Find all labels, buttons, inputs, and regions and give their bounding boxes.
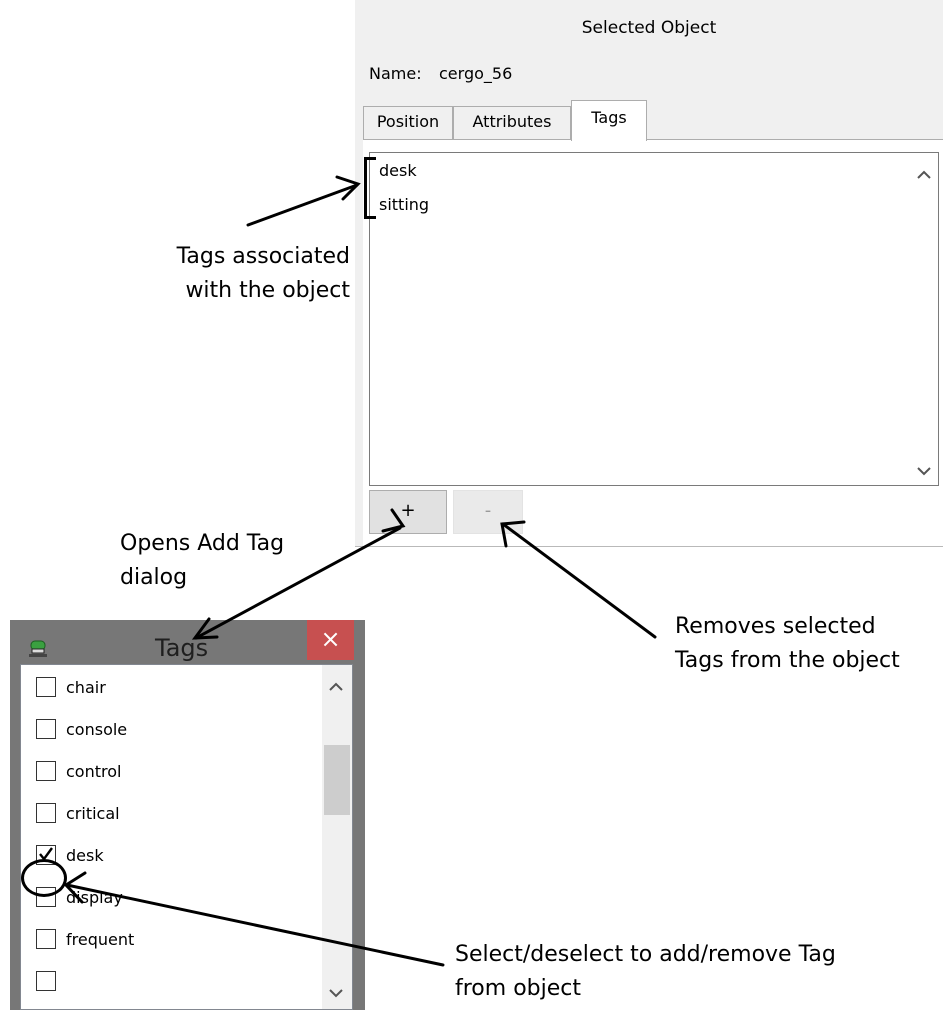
note-select-deselect: Select/deselect to add/remove Tag from o… — [455, 938, 836, 1006]
chevron-up-icon[interactable] — [329, 677, 343, 696]
name-label: Name: — [369, 64, 422, 83]
chevron-up-icon[interactable] — [916, 167, 932, 183]
checkbox[interactable] — [36, 676, 56, 697]
list-item[interactable]: desk — [379, 161, 417, 180]
checkbox[interactable] — [36, 928, 56, 949]
checklist-label: display — [66, 888, 123, 907]
checklist-label: critical — [66, 804, 120, 823]
tag-list-scrollbar[interactable] — [910, 153, 938, 485]
note-line: Removes selected — [675, 614, 876, 639]
checkbox[interactable] — [36, 760, 56, 781]
note-line: Tags from the object — [675, 648, 900, 673]
note-removes-tags: Removes selected Tags from the object — [675, 610, 900, 678]
remove-tag-button[interactable]: - — [453, 490, 523, 534]
tags-tab-page: desk sitting + - — [363, 140, 943, 546]
checklist-item-chair[interactable]: chair — [36, 675, 106, 701]
chevron-down-icon[interactable] — [916, 463, 932, 479]
checklist-label: frequent — [66, 930, 135, 949]
checkbox[interactable] — [36, 718, 56, 739]
tag-list[interactable]: desk sitting — [369, 152, 939, 486]
checklist-item-partial[interactable] — [36, 969, 66, 995]
name-row: Name: cergo_56 — [369, 64, 512, 83]
checklist-item-control[interactable]: control — [36, 759, 121, 785]
checklist-label: chair — [66, 678, 106, 697]
checklist-item-critical[interactable]: critical — [36, 801, 120, 827]
checklist-item-console[interactable]: console — [36, 717, 127, 743]
app-icon — [28, 640, 48, 658]
checkbox[interactable] — [36, 802, 56, 823]
note-line: dialog — [120, 565, 188, 590]
name-value: cergo_56 — [439, 64, 513, 83]
tags-dialog: Tags × chair console control critical de… — [10, 620, 365, 1010]
add-tag-button[interactable]: + — [369, 490, 447, 534]
checklist-label: desk — [66, 846, 104, 865]
note-line: Opens Add Tag — [120, 531, 285, 556]
chevron-down-icon[interactable] — [329, 983, 343, 1002]
note-line: from object — [455, 976, 581, 1001]
note-opens-add-tag: Opens Add Tag dialog — [120, 527, 284, 595]
checklist-scrollbar[interactable] — [322, 665, 352, 1009]
annotation-circle — [21, 859, 67, 897]
note-line: with the object — [185, 278, 350, 303]
panel-title: Selected Object — [581, 18, 717, 38]
tab-position[interactable]: Position — [363, 106, 453, 139]
note-line: Tags associated — [176, 244, 350, 269]
scrollbar-thumb[interactable] — [324, 745, 350, 815]
checkbox[interactable] — [36, 970, 56, 991]
checklist-label: console — [66, 720, 128, 739]
annotation-bracket — [364, 157, 376, 219]
tag-checklist: chair console control critical desk disp… — [20, 664, 353, 1010]
list-item[interactable]: sitting — [379, 195, 429, 214]
tab-attributes[interactable]: Attributes — [453, 106, 571, 139]
checklist-item-frequent[interactable]: frequent — [36, 927, 134, 953]
note-tags-associated: Tags associated with the object — [135, 240, 350, 308]
arrow-tags-associated — [246, 175, 361, 227]
checklist-label: control — [66, 762, 122, 781]
selected-object-panel: Selected Object Name: cergo_56 Position A… — [355, 0, 943, 547]
tab-tags[interactable]: Tags — [571, 100, 647, 141]
close-icon[interactable]: × — [307, 620, 354, 660]
dialog-title: Tags — [155, 634, 209, 662]
note-line: Select/deselect to add/remove Tag — [455, 942, 836, 967]
